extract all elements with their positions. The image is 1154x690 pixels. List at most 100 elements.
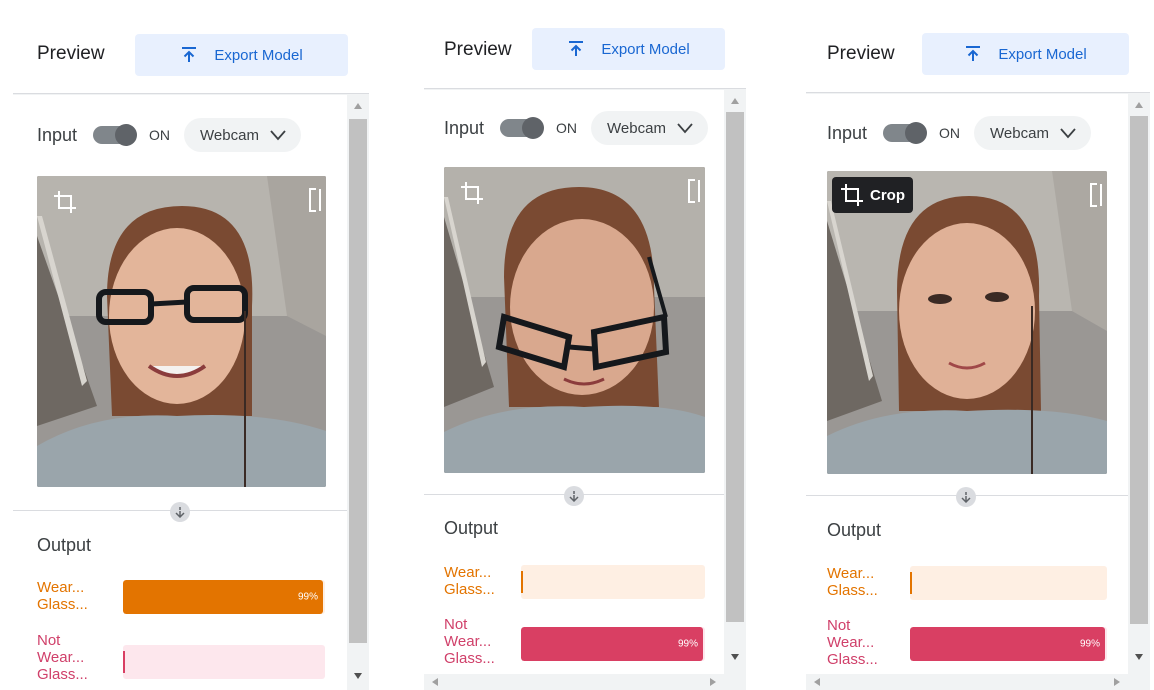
class-label-line: Wear...	[444, 633, 492, 650]
preview-header: Preview Export Model	[13, 13, 369, 94]
webcam-toggle[interactable]	[93, 124, 138, 146]
crop-icon	[841, 184, 863, 206]
input-source-dropdown[interactable]: Webcam	[184, 118, 301, 152]
upload-icon	[569, 41, 584, 56]
scroll-down-arrow[interactable]	[724, 650, 746, 664]
toggle-knob	[522, 117, 545, 139]
class-label-line: Glass...	[444, 650, 495, 667]
class-label-line: Glass...	[37, 666, 88, 683]
class-label-line: Not	[827, 617, 851, 634]
confidence-bar-fill	[910, 627, 1106, 661]
preview-title: Preview	[444, 39, 512, 60]
export-model-button[interactable]: Export Model	[135, 34, 348, 76]
arrow-down-icon	[175, 507, 185, 518]
vertical-scrollbar[interactable]	[724, 90, 746, 674]
triangle-right-icon	[710, 678, 716, 686]
horizontal-scrollbar[interactable]	[806, 674, 1128, 690]
section-divider	[424, 494, 724, 495]
input-label: Input	[827, 122, 868, 143]
confidence-percent: 99%	[1079, 638, 1100, 650]
output-label: Output	[827, 520, 882, 540]
zero-marker	[910, 572, 912, 594]
export-model-label: Export Model	[214, 46, 303, 64]
arrow-down-icon	[961, 492, 971, 503]
preview-panel-2: Preview Export Model Input ON Webcam Out…	[424, 8, 746, 690]
webcam-frame	[37, 176, 326, 487]
triangle-left-icon	[814, 678, 820, 686]
toggle-state-text: ON	[149, 127, 171, 143]
scroll-left-arrow[interactable]	[428, 674, 442, 690]
scroll-up-arrow[interactable]	[1128, 98, 1150, 112]
crop-button[interactable]	[452, 175, 498, 211]
webcam-preview: Crop	[827, 171, 1107, 474]
triangle-up-icon	[731, 98, 739, 104]
scroll-left-arrow[interactable]	[810, 674, 824, 690]
confidence-percent: 99%	[297, 591, 318, 603]
crop-button[interactable]: Crop	[832, 177, 913, 213]
toggle-knob	[115, 124, 138, 146]
class-label-wearing-glasses: Wear... Glass...	[37, 579, 88, 613]
class-label-line: Wear...	[37, 649, 85, 666]
scroll-up-arrow[interactable]	[724, 94, 746, 108]
triangle-right-icon	[1114, 678, 1120, 686]
triangle-up-icon	[1135, 102, 1143, 108]
scrollbar-thumb[interactable]	[726, 112, 744, 622]
export-model-label: Export Model	[601, 40, 690, 58]
scroll-down-arrow[interactable]	[1128, 650, 1150, 664]
upload-icon	[182, 47, 197, 62]
export-model-button[interactable]: Export Model	[532, 28, 725, 70]
class-label-line: Glass...	[37, 596, 88, 613]
zero-marker	[521, 571, 523, 593]
scrollbar-thumb[interactable]	[349, 119, 367, 643]
input-source-value: Webcam	[990, 124, 1049, 142]
webcam-toggle[interactable]	[883, 122, 928, 144]
triangle-down-icon	[354, 673, 362, 679]
class-label-line: Wear...	[827, 565, 875, 582]
input-row: Input ON Webcam	[444, 111, 708, 145]
triangle-down-icon	[1135, 654, 1143, 660]
flow-arrow	[170, 502, 190, 522]
webcam-toggle[interactable]	[500, 117, 545, 139]
output-label: Output	[444, 518, 499, 538]
confidence-bar-wearing-glasses: 99%	[123, 580, 325, 614]
triangle-up-icon	[354, 103, 362, 109]
zero-marker	[123, 651, 125, 673]
webcam-frame	[444, 167, 705, 473]
class-label-line: Glass...	[444, 581, 495, 598]
scroll-up-arrow[interactable]	[347, 99, 369, 113]
input-source-dropdown[interactable]: Webcam	[974, 116, 1091, 150]
scrollbar-thumb[interactable]	[1130, 116, 1148, 624]
chevron-down-icon	[270, 130, 286, 141]
crop-button[interactable]	[45, 184, 91, 220]
input-label: Input	[444, 117, 485, 138]
scroll-right-arrow[interactable]	[706, 674, 720, 690]
preview-panel-3: Preview Export Model Input ON Webcam Cro…	[806, 12, 1150, 690]
confidence-bar-not-wearing-glasses: 99%	[521, 627, 705, 661]
webcam-frame	[827, 171, 1107, 474]
preview-body: Input ON Webcam	[424, 90, 724, 674]
input-source-dropdown[interactable]: Webcam	[591, 111, 708, 145]
preview-body: Input ON Webcam	[806, 94, 1128, 674]
fullscreen-icon[interactable]	[1089, 183, 1103, 207]
horizontal-scrollbar[interactable]	[424, 674, 724, 690]
class-label-not-wearing-glasses: Not Wear... Glass...	[37, 632, 88, 683]
scroll-down-arrow[interactable]	[347, 669, 369, 683]
upload-icon	[966, 46, 981, 61]
confidence-bar-wearing-glasses	[910, 566, 1107, 600]
flow-arrow	[956, 487, 976, 507]
confidence-bar-not-wearing-glasses	[123, 645, 325, 679]
fullscreen-icon[interactable]	[308, 188, 322, 212]
vertical-scrollbar[interactable]	[1128, 94, 1150, 674]
toggle-state-text: ON	[939, 125, 961, 141]
vertical-scrollbar[interactable]	[347, 95, 369, 690]
fullscreen-icon[interactable]	[687, 179, 701, 203]
input-source-value: Webcam	[607, 119, 666, 137]
flow-arrow	[564, 486, 584, 506]
export-model-button[interactable]: Export Model	[922, 33, 1129, 75]
crop-icon	[54, 191, 76, 213]
webcam-preview	[37, 176, 326, 487]
class-label-not-wearing-glasses: Not Wear... Glass...	[444, 616, 495, 667]
scroll-right-arrow[interactable]	[1110, 674, 1124, 690]
class-label-line: Wear...	[444, 564, 492, 581]
toggle-state-text: ON	[556, 120, 578, 136]
